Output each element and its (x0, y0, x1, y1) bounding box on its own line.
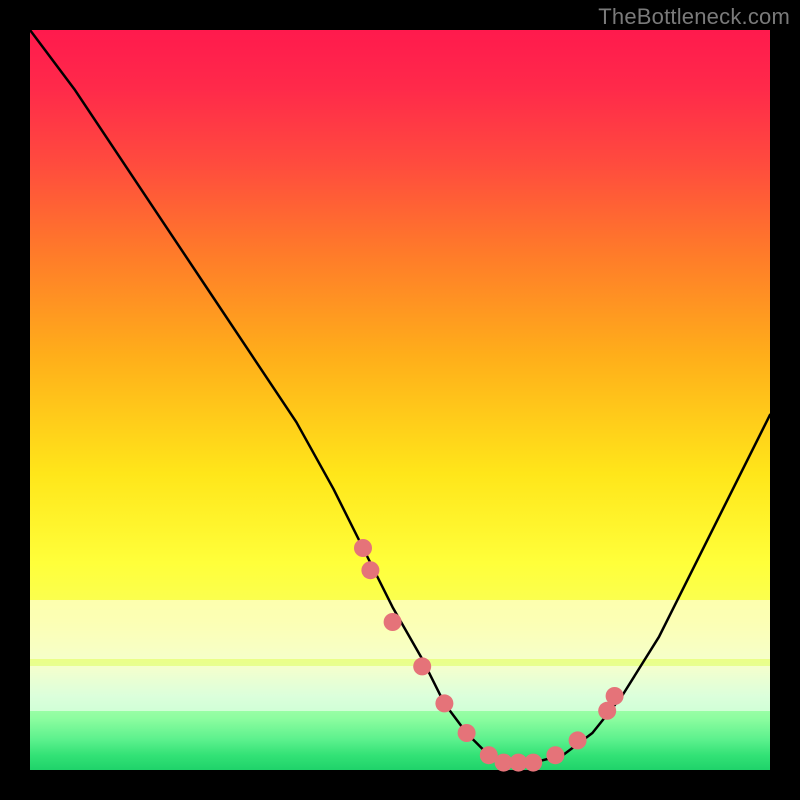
watermark-text: TheBottleneck.com (598, 4, 790, 30)
marker-point (435, 694, 453, 712)
marker-point (546, 746, 564, 764)
marker-point (361, 561, 379, 579)
marker-point (384, 613, 402, 631)
marker-point (458, 724, 476, 742)
chart-overlay (30, 30, 770, 770)
marker-point (413, 657, 431, 675)
marker-point (569, 731, 587, 749)
bottleneck-curve (30, 30, 770, 763)
marker-point (606, 687, 624, 705)
marker-point (524, 754, 542, 772)
marker-group (354, 539, 624, 772)
chart-frame: TheBottleneck.com (0, 0, 800, 800)
marker-point (354, 539, 372, 557)
